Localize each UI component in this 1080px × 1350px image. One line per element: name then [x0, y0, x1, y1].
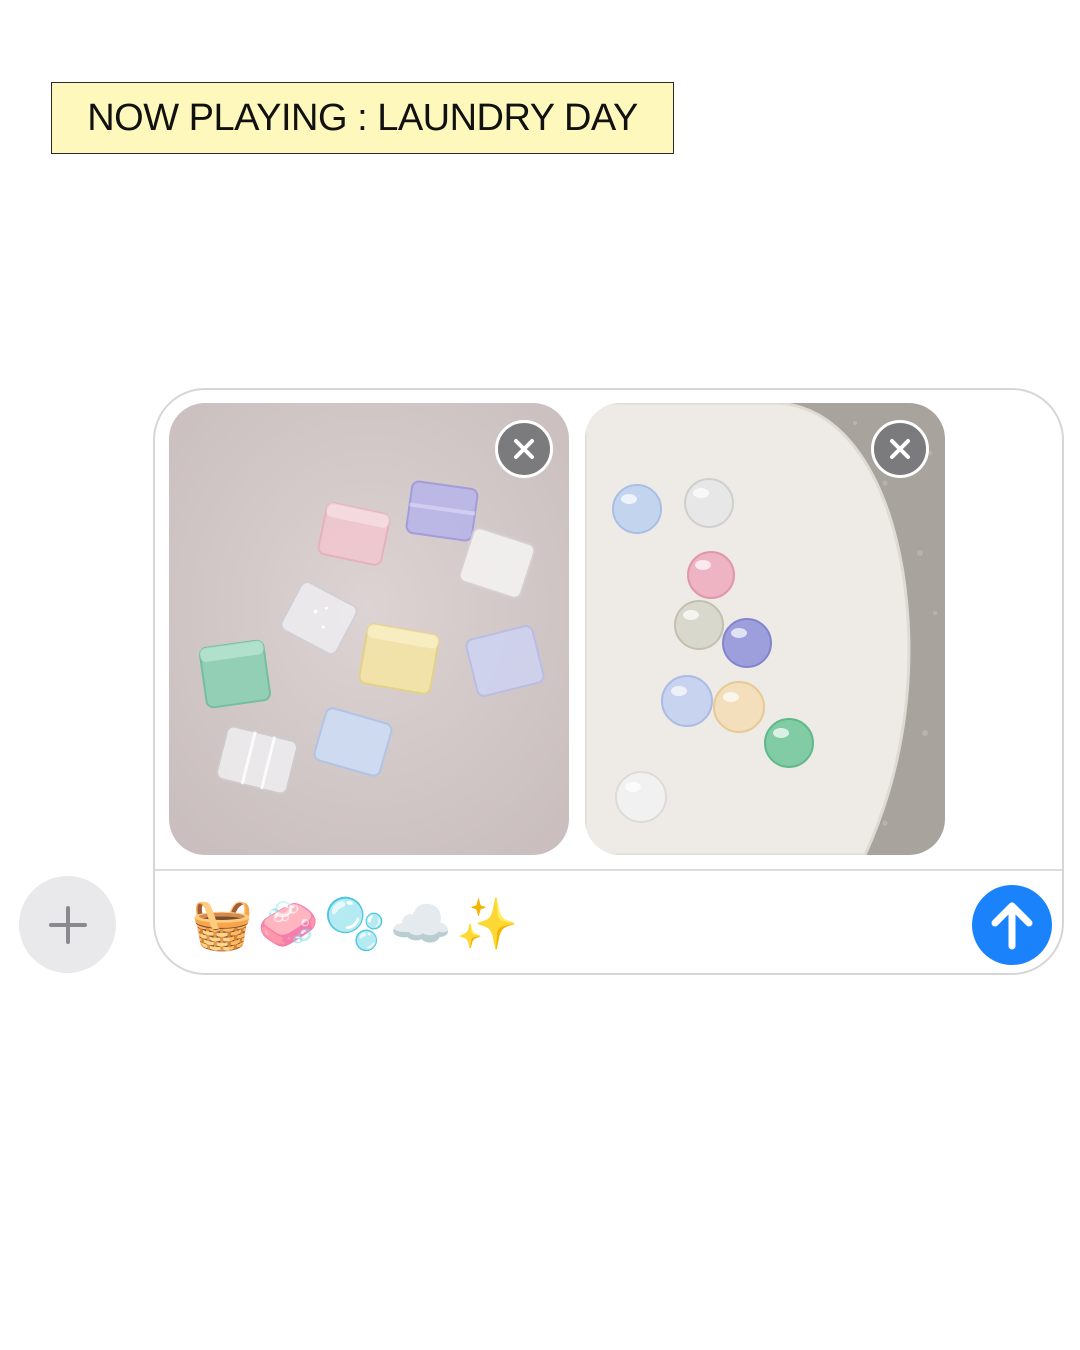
pebble: [661, 675, 713, 727]
message-compose-box[interactable]: 🧺🧼🫧☁️✨: [153, 388, 1064, 975]
close-icon: [890, 439, 910, 459]
remove-attachment-1-button[interactable]: [495, 420, 553, 478]
pebble: [684, 478, 734, 528]
tile: [405, 480, 479, 542]
pebble: [615, 771, 667, 823]
tile: [358, 623, 440, 695]
arrow-up-icon: [991, 902, 1033, 950]
pebble: [722, 618, 772, 668]
pebble: [687, 551, 735, 599]
close-icon: [514, 439, 534, 459]
tile: [199, 639, 271, 709]
pebble: [764, 718, 814, 768]
now-playing-label: NOW PLAYING : LAUNDRY DAY: [51, 82, 674, 154]
compose-divider: [155, 869, 1062, 871]
send-button[interactable]: [972, 885, 1052, 965]
add-attachment-button[interactable]: [19, 876, 116, 973]
remove-attachment-2-button[interactable]: [871, 420, 929, 478]
pebble: [713, 681, 765, 733]
attachment-photo-tiles[interactable]: [169, 403, 569, 855]
message-text-field[interactable]: 🧺🧼🫧☁️✨: [191, 889, 522, 959]
now-playing-text: NOW PLAYING : LAUNDRY DAY: [87, 96, 638, 139]
pebble: [612, 484, 662, 534]
plus-icon: [48, 905, 87, 944]
attachment-photo-pebbles[interactable]: [585, 403, 945, 855]
pebble: [674, 600, 724, 650]
